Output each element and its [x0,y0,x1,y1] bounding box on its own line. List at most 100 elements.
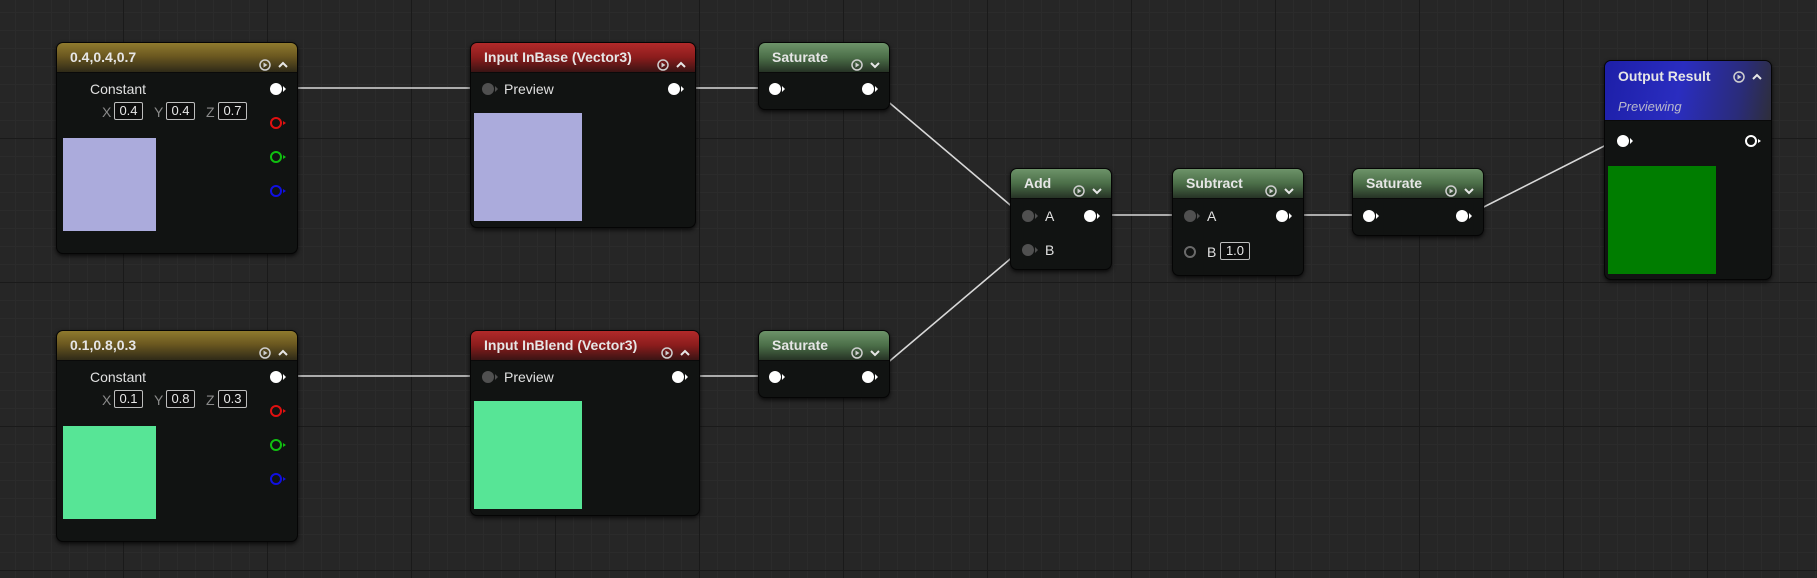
constant-node-b[interactable]: 0.1,0.8,0.3 Constant X 0.1 Y 0.8 Z 0.3 [56,330,298,542]
chevron-up-icon[interactable] [679,340,691,356]
output-pin[interactable] [1084,210,1100,222]
node-header[interactable]: Subtract [1173,169,1303,199]
chevron-up-icon[interactable] [277,340,289,356]
x-axis-label: X [102,392,112,408]
output-pin[interactable] [1276,210,1292,222]
play-circle-icon[interactable] [657,52,669,71]
output-pin[interactable] [862,371,878,383]
chevron-down-icon[interactable] [1463,178,1475,195]
node-header[interactable]: Input InBlend (Vector3) [471,331,699,361]
pin-label-preview: Preview [504,81,554,97]
node-title: Subtract [1186,175,1243,191]
input-pin[interactable] [1363,210,1379,222]
output-pin-b[interactable] [270,185,286,197]
constant-node-a[interactable]: 0.4,0.4,0.7 Constant X 0.4 Y 0.4 Z 0.7 [56,42,298,254]
input-pin[interactable] [769,371,785,383]
play-circle-icon[interactable] [1265,178,1277,197]
saturate-node-3[interactable]: Saturate [1352,168,1484,236]
input-pin-b[interactable] [1022,244,1038,256]
input-pin[interactable] [769,83,785,95]
node-header[interactable]: 0.1,0.8,0.3 [57,331,297,361]
add-node[interactable]: Add A B [1010,168,1112,270]
chevron-down-icon[interactable] [869,340,881,357]
pin-label-b: B [1045,242,1055,258]
wire-saturate2-add-b[interactable] [871,248,1023,377]
pin-label-a: A [1207,208,1217,224]
saturate-node-1[interactable]: Saturate [758,42,890,110]
output-pin[interactable] [668,83,684,95]
saturate-node-2[interactable]: Saturate [758,330,890,398]
chevron-down-icon[interactable] [1283,178,1295,195]
output-pin[interactable] [672,371,688,383]
output-result-node[interactable]: Output Result Previewing [1604,60,1772,280]
chevron-up-icon[interactable] [1751,67,1763,80]
y-value-field[interactable]: 0.8 [166,390,195,408]
color-preview-swatch [1608,166,1716,274]
output-pin-g[interactable] [270,151,286,163]
y-value-field[interactable]: 0.4 [166,102,195,120]
input-pin-b[interactable] [1184,246,1196,258]
output-pin[interactable] [1456,210,1472,222]
play-circle-icon[interactable] [851,52,863,71]
wire-saturate3-output[interactable] [1467,139,1617,216]
node-title: Saturate [772,49,829,65]
input-node-inblend[interactable]: Input InBlend (Vector3) Preview [470,330,700,516]
input-pin[interactable] [1617,135,1633,147]
color-preview-swatch [474,113,582,221]
input-pin-a[interactable] [1184,210,1200,222]
subtract-node[interactable]: Subtract A B 1.0 [1172,168,1304,276]
x-value-field[interactable]: 0.1 [114,390,143,408]
node-header[interactable]: Output Result Previewing [1605,61,1771,121]
play-circle-icon[interactable] [851,340,863,359]
node-header[interactable]: 0.4,0.4,0.7 [57,43,297,73]
b-value-field[interactable]: 1.0 [1220,242,1250,260]
x-axis-label: X [102,104,112,120]
node-title: Output Result [1618,68,1711,84]
color-preview-swatch [63,426,156,519]
node-header[interactable]: Saturate [759,331,889,361]
output-pin-g[interactable] [270,439,286,451]
play-circle-icon[interactable] [1073,178,1085,197]
chevron-up-icon[interactable] [675,52,687,68]
play-circle-icon[interactable] [259,52,271,71]
x-value-field[interactable]: 0.4 [114,102,143,120]
node-header[interactable]: Saturate [1353,169,1483,199]
output-pin[interactable] [1745,135,1761,147]
node-title: 0.4,0.4,0.7 [70,49,137,65]
chevron-down-icon[interactable] [869,52,881,69]
output-pin[interactable] [862,83,878,95]
output-pin-rgb[interactable] [270,371,286,383]
play-circle-icon[interactable] [1445,178,1457,197]
chevron-down-icon[interactable] [1091,178,1103,195]
z-value-field[interactable]: 0.7 [218,102,247,120]
chevron-up-icon[interactable] [277,52,289,68]
play-circle-icon[interactable] [259,340,271,359]
z-axis-label: Z [206,392,215,408]
pin-label-a: A [1045,208,1055,224]
z-value-field[interactable]: 0.3 [218,390,247,408]
node-header[interactable]: Saturate [759,43,889,73]
play-circle-icon[interactable] [661,340,673,359]
color-preview-swatch [63,138,156,231]
input-pin-preview[interactable] [482,371,498,383]
pin-label-preview: Preview [504,369,554,385]
y-axis-label: Y [154,392,164,408]
input-node-inbase[interactable]: Input InBase (Vector3) Preview [470,42,696,228]
color-preview-swatch [474,401,582,509]
play-circle-icon[interactable] [1733,67,1745,83]
input-pin-a[interactable] [1022,210,1038,222]
node-header[interactable]: Add [1011,169,1111,199]
output-pin-rgb[interactable] [270,83,286,95]
output-pin-b[interactable] [270,473,286,485]
node-header[interactable]: Input InBase (Vector3) [471,43,695,73]
output-pin-r[interactable] [270,405,286,417]
node-subtitle: Previewing [1618,99,1682,114]
node-title: Saturate [772,337,829,353]
output-pin-r[interactable] [270,117,286,129]
node-title: Add [1024,175,1052,191]
node-label: Constant [90,81,147,97]
input-pin-preview[interactable] [482,83,498,95]
node-title: 0.1,0.8,0.3 [70,337,137,353]
wire-saturate1-add-a[interactable] [871,87,1023,216]
node-label: Constant [90,369,147,385]
